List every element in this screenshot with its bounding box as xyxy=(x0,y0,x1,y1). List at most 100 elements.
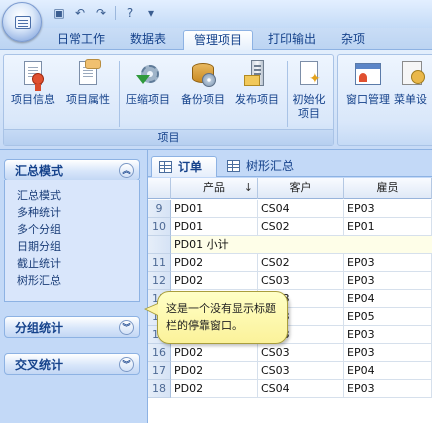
qat-icons: ▣ ↶ ↷? ▾ xyxy=(50,3,160,23)
project-info-button[interactable]: 项目信息 xyxy=(5,59,61,107)
customer-cell[interactable]: CS03 xyxy=(258,272,344,290)
customer-cell[interactable]: CS03 xyxy=(258,344,344,362)
menu-settings-icon xyxy=(396,59,426,89)
customer-cell[interactable]: CS04 xyxy=(258,200,344,218)
table-row[interactable]: 12 PD02 CS03 EP03 xyxy=(148,272,432,290)
callout-tail-fill xyxy=(146,304,158,315)
product-cell[interactable]: PD01 xyxy=(171,218,258,236)
collapse-icon[interactable]: ︽ xyxy=(119,163,134,178)
row-number xyxy=(148,236,171,254)
save-icon[interactable]: ▣ xyxy=(50,4,68,22)
employee-cell[interactable]: EP03 xyxy=(344,272,432,290)
redo-icon[interactable]: ↷ xyxy=(92,4,110,22)
product-cell[interactable]: PD01 xyxy=(171,200,258,218)
table-row[interactable]: 16 PD02 CS03 EP03 xyxy=(148,344,432,362)
tab-misc[interactable]: 杂项 xyxy=(333,30,373,50)
pane-body-summary-mode: 汇总模式 多种统计 多个分组 日期分组 截止统计 树形汇总 xyxy=(4,180,140,302)
pane-link[interactable]: 多个分组 xyxy=(17,221,139,238)
employee-cell[interactable]: EP01 xyxy=(344,218,432,236)
employee-cell[interactable]: EP04 xyxy=(344,290,432,308)
docking-tooltip: 这是一个没有显示标题栏的停靠窗口。 xyxy=(157,291,288,344)
employee-cell[interactable]: EP03 xyxy=(344,344,432,362)
pane-header-group-stats[interactable]: 分组统计 ︾ xyxy=(4,316,140,338)
qat-separator xyxy=(115,6,116,20)
project-info-label: 项目信息 xyxy=(11,93,55,106)
undo-icon[interactable]: ↶ xyxy=(71,4,89,22)
compress-project-label: 压缩项目 xyxy=(126,93,170,106)
employee-cell[interactable]: EP03 xyxy=(344,200,432,218)
subtotal-cell: PD01 小计 xyxy=(171,236,432,254)
tab-manage-project[interactable]: 管理项目 xyxy=(183,30,253,50)
grid-header: 产品 ↓ 客户 雇员 xyxy=(148,178,432,199)
employee-cell[interactable]: EP03 xyxy=(344,380,432,398)
publish-project-label: 发布项目 xyxy=(235,93,279,106)
tab-daily-work[interactable]: 日常工作 xyxy=(50,30,112,50)
product-cell[interactable]: PD02 xyxy=(171,254,258,272)
column-header-label: 产品 xyxy=(203,181,225,194)
table-icon xyxy=(227,160,240,172)
column-header-product[interactable]: 产品 ↓ xyxy=(171,178,258,199)
table-row[interactable]: 9 PD01 CS04 EP03 xyxy=(148,200,432,218)
table-icon xyxy=(159,161,172,173)
customer-cell[interactable]: CS04 xyxy=(258,380,344,398)
project-properties-button[interactable]: 项目属性 xyxy=(60,59,116,107)
pane-header-cross-stats[interactable]: 交叉统计 ︾ xyxy=(4,353,140,375)
product-cell[interactable]: PD02 xyxy=(171,362,258,380)
document-tabs: 订单 树形汇总 xyxy=(148,155,432,177)
expand-icon[interactable]: ︾ xyxy=(119,320,134,335)
employee-cell[interactable]: EP03 xyxy=(344,326,432,344)
pane-title: 分组统计 xyxy=(15,321,64,335)
pane-link[interactable]: 多种统计 xyxy=(17,204,139,221)
backup-project-icon xyxy=(188,59,218,89)
row-number: 16 xyxy=(148,344,171,362)
tab-print-output[interactable]: 打印输出 xyxy=(261,30,323,50)
initialize-project-label: 初始化 项目 xyxy=(292,93,326,120)
row-number: 9 xyxy=(148,200,171,218)
window-manager-button[interactable]: 窗口管理 xyxy=(340,59,396,107)
table-row[interactable]: 10 PD01 CS02 EP01 xyxy=(148,218,432,236)
customer-cell[interactable]: CS02 xyxy=(258,218,344,236)
employee-cell[interactable]: EP03 xyxy=(344,254,432,272)
table-row[interactable]: 17 PD02 CS03 EP04 xyxy=(148,362,432,380)
backup-project-button[interactable]: 备份项目 xyxy=(175,59,231,107)
pane-link[interactable]: 树形汇总 xyxy=(17,272,139,289)
ribbon-group-project: 项目信息 项目属性 压缩项目 备份项目 发布项目 ✦ 初始化 项目 项目 xyxy=(3,54,334,146)
product-cell[interactable]: PD02 xyxy=(171,344,258,362)
initialize-project-button[interactable]: ✦ 初始化 项目 xyxy=(280,59,338,121)
doc-tab-label: 订单 xyxy=(178,160,203,174)
customer-cell[interactable]: CS02 xyxy=(258,254,344,272)
pane-title: 汇总模式 xyxy=(15,164,64,178)
app-menu-icon xyxy=(15,16,31,29)
customize-qat-icon[interactable]: ▾ xyxy=(142,4,160,22)
help-icon[interactable]: ? xyxy=(121,4,139,22)
publish-project-button[interactable]: 发布项目 xyxy=(229,59,285,107)
table-row[interactable]: 11 PD02 CS02 EP03 xyxy=(148,254,432,272)
doc-tab-tree-summary[interactable]: 树形汇总 xyxy=(220,156,310,177)
column-header-employee[interactable]: 雇员 xyxy=(344,178,432,199)
compress-project-button[interactable]: 压缩项目 xyxy=(120,59,176,107)
product-cell[interactable]: PD02 xyxy=(171,272,258,290)
pane-link[interactable]: 日期分组 xyxy=(17,238,139,255)
menu-settings-button[interactable]: 菜单设 xyxy=(394,59,432,107)
expand-icon[interactable]: ︾ xyxy=(119,357,134,372)
application-menu-button[interactable] xyxy=(2,2,42,42)
customer-cell[interactable]: CS03 xyxy=(258,362,344,380)
pane-link[interactable]: 截止统计 xyxy=(17,255,139,272)
tab-data-tables[interactable]: 数据表 xyxy=(120,30,176,50)
row-number: 12 xyxy=(148,272,171,290)
table-row[interactable]: 18 PD02 CS04 EP03 xyxy=(148,380,432,398)
initialize-project-icon: ✦ xyxy=(294,59,324,89)
doc-tab-orders[interactable]: 订单 xyxy=(151,156,217,177)
menu-settings-label: 菜单设 xyxy=(394,93,427,106)
pane-link[interactable]: 汇总模式 xyxy=(17,187,139,204)
row-number: 10 xyxy=(148,218,171,236)
pane-header-summary-mode[interactable]: 汇总模式 ︽ xyxy=(4,159,140,181)
quick-access-toolbar: ▣ ↶ ↷? ▾ xyxy=(0,0,432,28)
subtotal-row[interactable]: PD01 小计 xyxy=(148,236,432,254)
ribbon-tabs: 日常工作 数据表 管理项目 打印输出 杂项 xyxy=(0,28,432,50)
employee-cell[interactable]: EP04 xyxy=(344,362,432,380)
column-header-customer[interactable]: 客户 xyxy=(258,178,344,199)
employee-cell[interactable]: EP05 xyxy=(344,308,432,326)
product-cell[interactable]: PD02 xyxy=(171,380,258,398)
row-number: 11 xyxy=(148,254,171,272)
